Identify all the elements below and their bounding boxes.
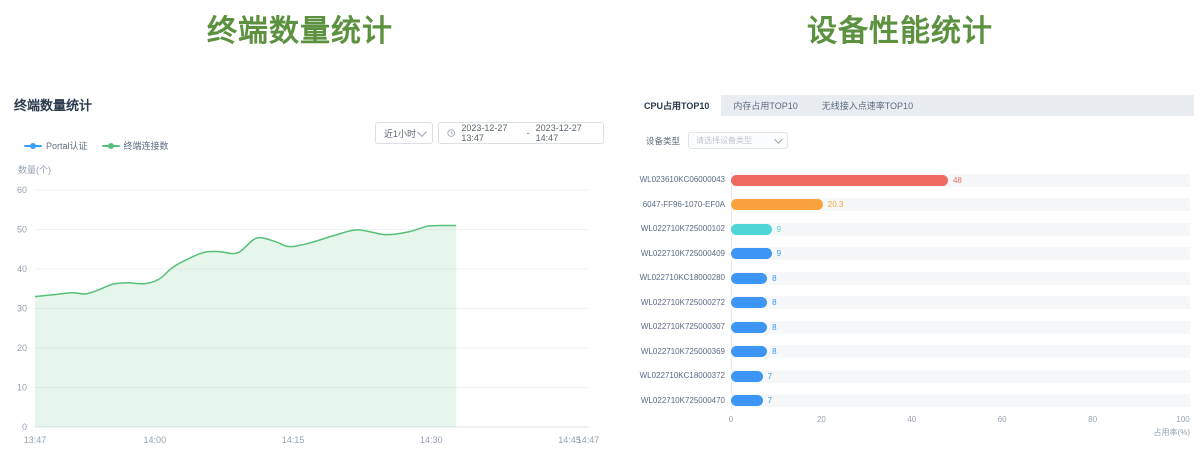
bar-value: 8: [772, 296, 776, 309]
bar[interactable]: [731, 175, 948, 186]
svg-text:14:00: 14:00: [144, 435, 167, 445]
device-type-filter: 设备类型 请选择设备类型: [646, 132, 788, 149]
bar-value: 48: [953, 174, 962, 187]
x-axis-tick: 100: [1176, 415, 1189, 424]
x-axis-tick: 60: [998, 415, 1007, 424]
bar-track: [731, 223, 1190, 236]
bar-category-label: WL022710K725000409: [632, 249, 725, 259]
svg-text:13:47: 13:47: [24, 435, 47, 445]
x-axis-title: 占用率(%): [1130, 427, 1190, 438]
chevron-down-icon: [774, 135, 782, 143]
bar-category-label: WL022710KC18000372: [632, 371, 725, 381]
bar[interactable]: [731, 395, 763, 406]
cpu-top10-bar-chart: 48 WL023610KC06000043 20.3 6047-FF96-1070-E…: [632, 165, 1194, 445]
bar-value: 8: [772, 345, 776, 358]
svg-text:14:47: 14:47: [577, 435, 600, 445]
svg-text:数量(个): 数量(个): [18, 164, 51, 175]
terminal-count-panel: 终端数量统计 近1小时 2023-12-27 13:47 - 2023-12-2…: [14, 95, 604, 445]
bar-track: [731, 370, 1190, 383]
svg-text:30: 30: [17, 304, 27, 314]
bar[interactable]: [731, 371, 763, 382]
tab-2[interactable]: 无线接入点速率TOP10: [810, 95, 925, 116]
bar-track: [731, 296, 1190, 309]
bar[interactable]: [731, 224, 772, 235]
svg-text:0: 0: [22, 422, 27, 432]
bar[interactable]: [731, 322, 767, 333]
bar-category-label: WL022710KC18000280: [632, 273, 725, 283]
bar-category-label: WL022710K725000470: [632, 396, 725, 406]
bar-category-label: WL022710K725000369: [632, 347, 725, 357]
bar-category-label: WL022710K725000102: [632, 224, 725, 234]
bar[interactable]: [731, 273, 767, 284]
svg-text:20: 20: [17, 343, 27, 353]
terminal-count-line-chart: 0 10 20 30 40 50 60 数量(个) 13:47 14:00 14:15 14:30 14…: [14, 95, 604, 445]
bar-track: [731, 345, 1190, 358]
bar-value: 8: [772, 272, 776, 285]
x-axis-tick: 20: [817, 415, 826, 424]
dashboard: 终端数量统计 设备性能统计 终端数量统计 近1小时 2023-12-27 13:…: [0, 0, 1200, 456]
bar-category-label: 6047-FF96-1070-EF0A: [632, 200, 725, 210]
svg-text:60: 60: [17, 185, 27, 195]
right-section-title: 设备性能统计: [600, 6, 1200, 50]
bar[interactable]: [731, 346, 767, 357]
bar-track: [731, 247, 1190, 260]
device-type-label: 设备类型: [646, 135, 680, 147]
bar-category-label: WL022710K725000307: [632, 322, 725, 332]
bar-track: [731, 394, 1190, 407]
tab-bar: CPU占用TOP10内存占用TOP10无线接入点速率TOP10: [632, 95, 1194, 116]
left-section-title: 终端数量统计: [0, 6, 600, 50]
tab-0[interactable]: CPU占用TOP10: [632, 95, 721, 116]
device-type-placeholder: 请选择设备类型: [696, 135, 752, 146]
bar-value: 9: [777, 247, 781, 260]
x-axis-tick: 40: [907, 415, 916, 424]
bar[interactable]: [731, 297, 767, 308]
device-type-select[interactable]: 请选择设备类型: [688, 132, 788, 149]
svg-text:14:30: 14:30: [420, 435, 443, 445]
bar-track: [731, 272, 1190, 285]
bar-value: 7: [768, 394, 772, 407]
svg-text:10: 10: [17, 383, 27, 393]
bar-category-label: WL023610KC06000043: [632, 175, 725, 185]
svg-text:40: 40: [17, 264, 27, 274]
device-performance-panel: CPU占用TOP10内存占用TOP10无线接入点速率TOP10 设备类型 请选择…: [632, 95, 1194, 445]
bar-value: 9: [777, 223, 781, 236]
bar-value: 20.3: [828, 198, 844, 211]
x-axis-tick: 80: [1088, 415, 1097, 424]
bar-value: 7: [768, 370, 772, 383]
bar-category-label: WL022710K725000272: [632, 298, 725, 308]
bar[interactable]: [731, 199, 823, 210]
bar-track: [731, 321, 1190, 334]
bar[interactable]: [731, 248, 772, 259]
svg-text:14:15: 14:15: [282, 435, 305, 445]
tab-1[interactable]: 内存占用TOP10: [721, 95, 809, 116]
x-axis-tick: 0: [729, 415, 733, 424]
svg-text:50: 50: [17, 225, 27, 235]
bar-value: 8: [772, 321, 776, 334]
